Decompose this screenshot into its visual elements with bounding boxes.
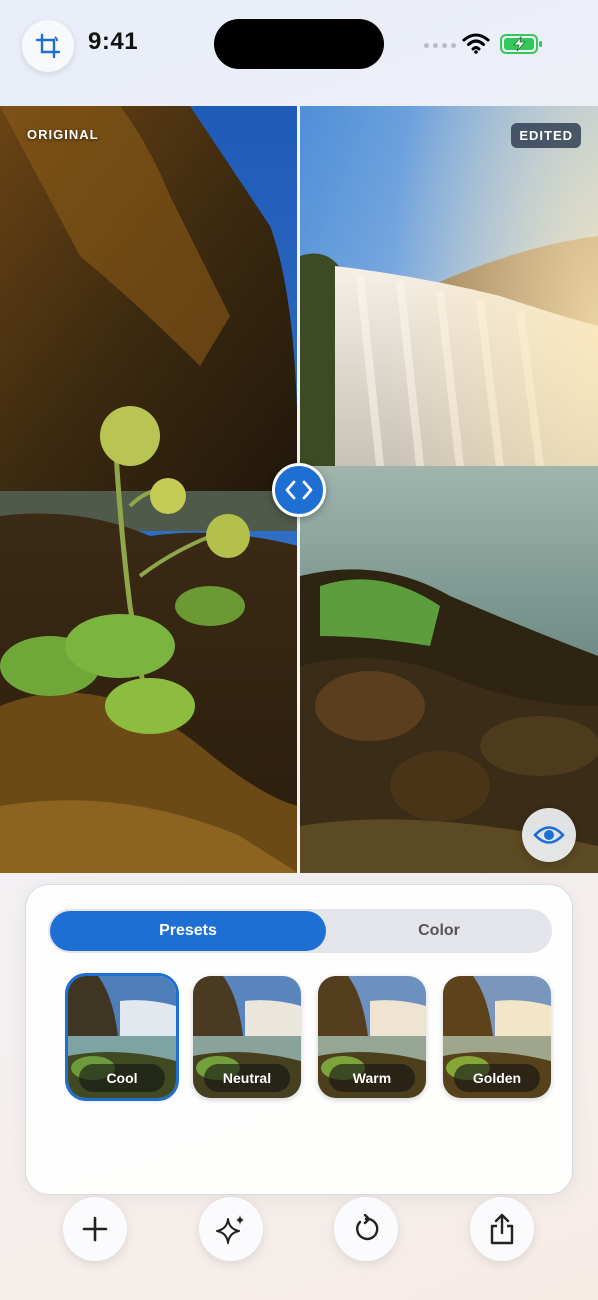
panel-tabs: Presets Color [48, 909, 552, 953]
auto-enhance-button[interactable] [199, 1197, 263, 1261]
status-bar: 9:41 [0, 0, 598, 100]
preset-warm[interactable]: Warm [318, 976, 426, 1098]
preset-label: Cool [79, 1064, 165, 1092]
status-time: 9:41 [88, 28, 139, 55]
sparkle-icon [216, 1215, 244, 1244]
adjustment-panel: Presets Color Cool Neutral Warm Golden [25, 884, 573, 1195]
add-button[interactable] [63, 1197, 127, 1261]
chevron-left-right-icon [285, 480, 313, 500]
share-button[interactable] [470, 1197, 534, 1261]
preset-golden[interactable]: Golden [443, 976, 551, 1098]
edited-label: EDITED [511, 123, 581, 148]
plus-icon [82, 1216, 108, 1242]
reset-button[interactable] [334, 1197, 398, 1261]
preset-label: Warm [329, 1064, 415, 1092]
signal-icon [424, 43, 456, 48]
preset-neutral[interactable]: Neutral [193, 976, 301, 1098]
crop-button[interactable] [22, 20, 74, 72]
photo-comparison-view[interactable]: ORIGINAL EDITED [0, 106, 598, 873]
wifi-icon [462, 33, 490, 54]
preset-label: Golden [454, 1064, 540, 1092]
rotate-icon [356, 1214, 379, 1241]
battery-charging-icon [500, 34, 542, 54]
eye-icon [533, 826, 565, 844]
tab-color[interactable]: Color [328, 911, 550, 951]
dynamic-island [214, 19, 384, 69]
share-icon [490, 1213, 514, 1245]
crop-icon [35, 33, 61, 59]
preset-cool[interactable]: Cool [65, 973, 179, 1101]
preview-toggle-button[interactable] [522, 808, 576, 862]
tab-presets[interactable]: Presets [50, 911, 326, 951]
original-label: ORIGINAL [27, 127, 99, 142]
compare-slider-handle[interactable] [272, 463, 326, 517]
preset-label: Neutral [204, 1064, 290, 1092]
